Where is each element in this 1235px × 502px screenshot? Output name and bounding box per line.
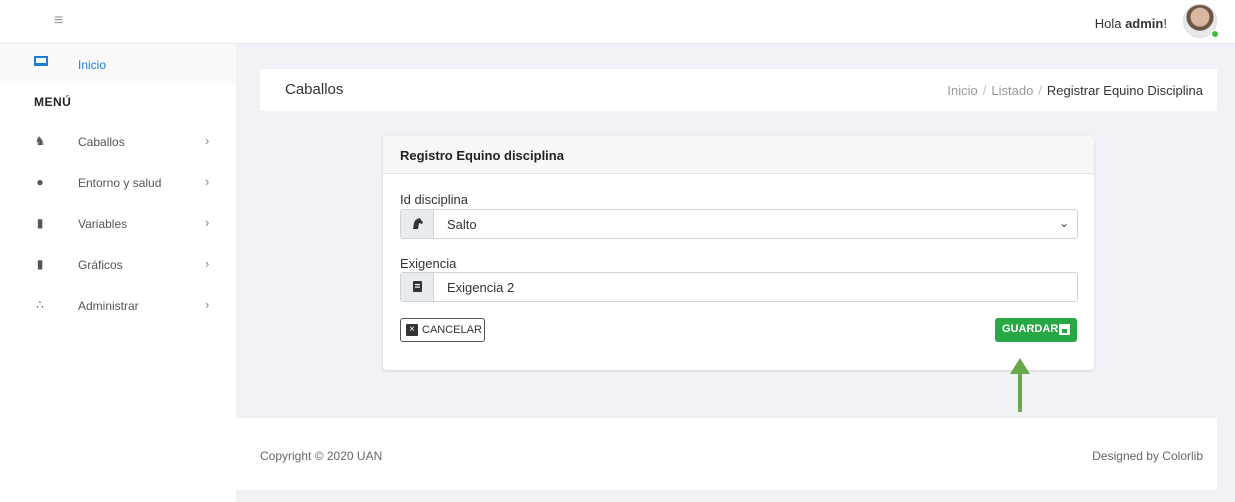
menu-title: MENÚ	[34, 95, 72, 109]
breadcrumb: Inicio / Listado / Registrar Equino Discipli…	[947, 83, 1203, 98]
breadcrumb-inicio[interactable]: Inicio	[947, 83, 977, 98]
sidebar-item-administrar[interactable]: ∴ Administrar ›	[0, 291, 236, 321]
sidebar-item-label: Gráficos	[78, 258, 123, 272]
user-greeting: Hola admin!	[1095, 16, 1167, 31]
floppy-disk-icon	[1059, 324, 1070, 335]
breadcrumb-listado[interactable]: Listado	[991, 83, 1033, 98]
sidebar-item-graficos[interactable]: ▮ Gráficos ›	[0, 250, 236, 280]
chevron-right-icon: ›	[205, 256, 210, 271]
online-status-icon	[1211, 30, 1219, 38]
horse-head-icon	[413, 218, 423, 229]
group-icon: ∴	[36, 298, 44, 312]
breadcrumb-separator: /	[982, 83, 987, 98]
file-icon: ▮	[36, 216, 44, 230]
sidebar-item-label: Entorno y salud	[78, 176, 162, 190]
sidebar-item-inicio[interactable]: Inicio	[0, 44, 236, 84]
chevron-right-icon: ›	[205, 133, 210, 148]
chevron-down-icon: ⌄	[1058, 216, 1069, 230]
sidebar-item-label: Inicio	[78, 58, 107, 72]
cancel-button[interactable]: × CANCELAR	[400, 318, 485, 342]
sidebar-item-label: Caballos	[78, 135, 125, 149]
page-header: Caballos Inicio / Listado / Registrar Equino…	[260, 69, 1217, 111]
sidebar-item-variables[interactable]: ▮ Variables ›	[0, 209, 236, 239]
hamburger-menu-icon[interactable]: ≡	[54, 12, 63, 30]
annotation-arrow-icon	[1010, 358, 1030, 412]
horse-icon: ♞	[34, 134, 46, 148]
discipline-selected-value: Salto	[447, 217, 477, 232]
discipline-addon	[401, 210, 434, 238]
close-icon: ×	[406, 324, 418, 336]
sidebar-item-entorno[interactable]: ● Entorno y salud ›	[0, 168, 236, 198]
book-icon	[413, 281, 422, 292]
discipline-select[interactable]: Salto ⌄	[400, 209, 1078, 239]
chevron-right-icon: ›	[205, 215, 210, 230]
requirement-addon	[401, 273, 434, 301]
greeting-prefix: Hola	[1094, 16, 1126, 31]
sidebar-item-caballos[interactable]: ♞ Caballos ›	[0, 127, 236, 157]
save-button[interactable]: GUARDAR	[995, 318, 1077, 342]
footer: Copyright © 2020 UAN Designed by Colorli…	[236, 418, 1217, 490]
requirement-input[interactable]: Exigencia 2	[400, 272, 1078, 302]
top-bar: ≡ Hola admin!	[0, 0, 1235, 44]
users-icon: ●	[36, 175, 44, 189]
laptop-icon	[34, 56, 48, 66]
breadcrumb-separator: /	[1038, 83, 1042, 98]
designed-by-link[interactable]: Designed by Colorlib	[1092, 449, 1203, 463]
card-header: Registro Equino disciplina	[383, 136, 1094, 174]
sidebar-item-label: Administrar	[78, 299, 139, 313]
save-button-label: GUARDAR	[1002, 323, 1059, 335]
user-name: admin	[1125, 16, 1164, 31]
greeting-suffix: !	[1163, 16, 1167, 31]
chevron-right-icon: ›	[205, 174, 210, 189]
card-title: Registro Equino disciplina	[400, 148, 564, 163]
breadcrumb-current: Registrar Equino Disciplina	[1046, 83, 1203, 98]
requirement-value: Exigencia 2	[447, 280, 515, 295]
page-title: Caballos	[285, 81, 344, 98]
sidebar-item-label: Variables	[78, 217, 128, 231]
file-icon: ▮	[36, 257, 44, 271]
sidebar: Inicio MENÚ ♞ Caballos › ● Entorno y sal…	[0, 44, 236, 502]
chevron-right-icon: ›	[205, 297, 210, 312]
cancel-button-label: CANCELAR	[422, 324, 482, 336]
copyright-text: Copyright © 2020 UAN	[260, 449, 383, 463]
discipline-label: Id disciplina	[400, 192, 468, 207]
requirement-label: Exigencia	[400, 256, 457, 271]
registration-card: Registro Equino disciplina Id disciplina…	[383, 136, 1094, 370]
